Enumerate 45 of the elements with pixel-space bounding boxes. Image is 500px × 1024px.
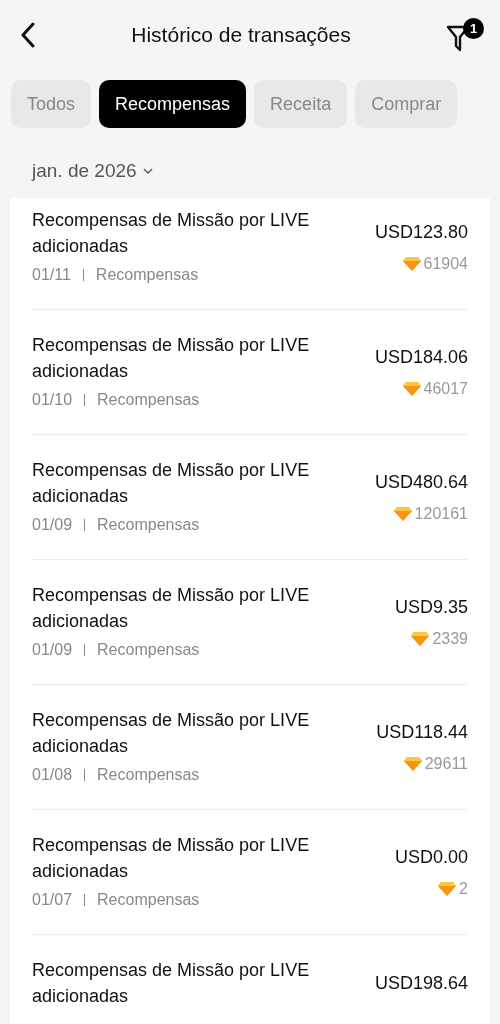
transaction-date: 01/08 [32,765,73,785]
transaction-date: 01/11 [32,265,71,285]
transaction-title: Recompensas de Missão por LIVE adicionadas [32,334,311,383]
transaction-title: Recompensas de Missão por LIVE adicionadas [32,834,311,883]
filter-count-badge: 1 [463,18,484,39]
transaction-title: Recompensas de Missão por LIVE adicionadas [32,959,311,1008]
transaction-amount: USD198.64 [374,971,468,995]
gem-amount: 29611 [424,753,468,774]
gem-amount: 46017 [423,378,468,399]
transaction-category: Recompensas [95,265,199,285]
transaction-title: Recompensas de Missão por LIVE adicionadas [32,459,311,508]
transaction-title: Recompensas de Missão por LIVE adicionadas [32,209,311,258]
transaction-category: Recompensas [97,640,200,660]
gem-icon [401,255,422,272]
back-icon[interactable] [20,22,36,48]
chevron-down-icon [142,168,153,174]
transaction-title: Recompensas de Missão por LIVE adicionadas [32,584,311,633]
transaction-category: Recompensas [97,765,200,785]
transaction-amount: USD480.64 [374,470,468,494]
transaction-amount: USD184.06 [374,345,468,369]
transaction-amount: USD123.80 [374,220,468,244]
page-title: Histórico de transações [131,22,351,49]
transaction-date: 01/09 [32,640,73,660]
filter-tab[interactable]: Recompensas [99,80,247,128]
transaction-date: 01/09 [32,515,73,535]
transaction-amount: USD9.35 [394,595,468,619]
gem-amount: 2339 [432,628,468,649]
transaction-title: Recompensas de Missão por LIVE adicionadas [32,709,311,758]
transaction-category: Recompensas [97,515,200,535]
transaction-amount: USD118.44 [376,720,468,744]
transaction-date: 01/10 [32,390,73,410]
gem-icon [410,630,431,647]
gem-icon [392,505,413,522]
gem-icon [437,880,458,897]
transaction-category: Recompensas [97,390,200,410]
transaction-date: 01/07 [32,890,73,910]
gem-amount: 61904 [423,253,468,274]
month-label: jan. de 2026 [32,158,137,183]
transaction-category: Recompensas [97,890,200,910]
gem-icon [401,380,422,397]
gem-amount: 2 [459,878,468,899]
gem-amount: 120161 [414,503,468,524]
gem-icon [402,755,423,772]
month-dropdown[interactable]: jan. de 2026 [32,156,153,186]
transaction-amount: USD0.00 [394,845,468,869]
